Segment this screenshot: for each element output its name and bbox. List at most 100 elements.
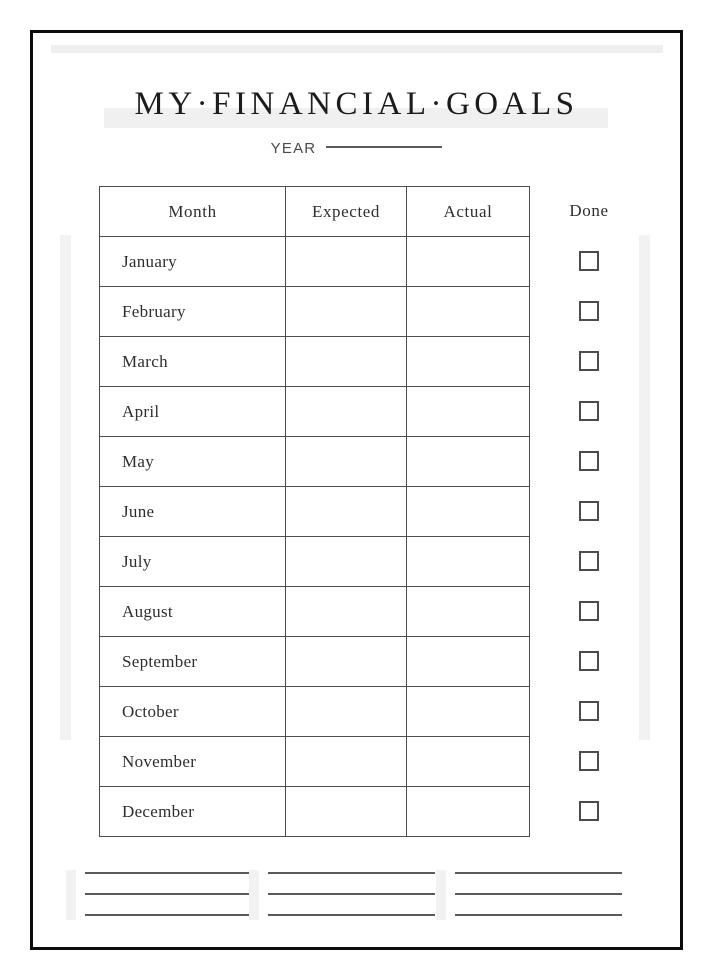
done-cell xyxy=(529,686,649,736)
note-write-line[interactable] xyxy=(455,893,622,895)
note-write-line[interactable] xyxy=(268,914,435,916)
actual-cell[interactable] xyxy=(406,536,530,587)
done-checkbox-list xyxy=(529,236,649,836)
month-cell: August xyxy=(99,586,286,637)
done-checkbox[interactable] xyxy=(579,351,599,371)
table-row: December xyxy=(99,786,530,837)
expected-cell[interactable] xyxy=(285,236,407,287)
note-write-line[interactable] xyxy=(268,872,435,874)
note-line-group xyxy=(455,872,622,916)
table-row: January xyxy=(99,236,530,287)
expected-cell[interactable] xyxy=(285,586,407,637)
table-row: November xyxy=(99,736,530,787)
printable-page: MY·FINANCIAL·GOALS YEAR Month Expected A… xyxy=(0,0,713,980)
page-title-wrapper: MY·FINANCIAL·GOALS xyxy=(0,82,713,128)
page-title: MY·FINANCIAL·GOALS xyxy=(134,86,579,122)
done-checkbox[interactable] xyxy=(579,451,599,471)
actual-cell[interactable] xyxy=(406,586,530,637)
year-field-row: YEAR xyxy=(0,140,713,157)
month-cell: September xyxy=(99,636,286,687)
done-checkbox[interactable] xyxy=(579,501,599,521)
month-cell: October xyxy=(99,686,286,737)
table-row: February xyxy=(99,286,530,337)
actual-cell[interactable] xyxy=(406,786,530,837)
table-body: January February March April May June July Augu… xyxy=(99,236,530,837)
table-row: July xyxy=(99,536,530,587)
month-cell: May xyxy=(99,436,286,487)
done-cell xyxy=(529,786,649,836)
expected-cell[interactable] xyxy=(285,686,407,737)
done-cell xyxy=(529,586,649,636)
expected-cell[interactable] xyxy=(285,286,407,337)
expected-cell[interactable] xyxy=(285,486,407,537)
decorative-left-bar xyxy=(60,235,71,740)
note-write-line[interactable] xyxy=(268,893,435,895)
actual-cell[interactable] xyxy=(406,436,530,487)
month-cell: December xyxy=(99,786,286,837)
done-checkbox[interactable] xyxy=(579,301,599,321)
decorative-footer-accent xyxy=(436,870,446,920)
done-cell xyxy=(529,286,649,336)
expected-cell[interactable] xyxy=(285,436,407,487)
expected-cell[interactable] xyxy=(285,636,407,687)
note-write-line[interactable] xyxy=(85,893,252,895)
column-header-done: Done xyxy=(569,201,609,220)
note-write-line[interactable] xyxy=(455,872,622,874)
actual-cell[interactable] xyxy=(406,236,530,287)
table-row: August xyxy=(99,586,530,637)
month-cell: February xyxy=(99,286,286,337)
month-cell: June xyxy=(99,486,286,537)
month-cell: July xyxy=(99,536,286,587)
decorative-top-bar xyxy=(51,45,663,53)
expected-cell[interactable] xyxy=(285,386,407,437)
month-cell: January xyxy=(99,236,286,287)
done-cell xyxy=(529,436,649,486)
actual-cell[interactable] xyxy=(406,736,530,787)
actual-cell[interactable] xyxy=(406,636,530,687)
done-checkbox[interactable] xyxy=(579,551,599,571)
column-header-actual: Actual xyxy=(406,186,530,237)
actual-cell[interactable] xyxy=(406,336,530,387)
done-column: Done xyxy=(529,186,649,836)
done-cell xyxy=(529,336,649,386)
done-checkbox[interactable] xyxy=(579,601,599,621)
table-header: Month Expected Actual xyxy=(99,186,530,237)
done-checkbox[interactable] xyxy=(579,651,599,671)
table-header-row: Month Expected Actual xyxy=(99,186,530,237)
actual-cell[interactable] xyxy=(406,386,530,437)
done-cell xyxy=(529,236,649,286)
expected-cell[interactable] xyxy=(285,336,407,387)
note-line-group xyxy=(268,872,435,916)
expected-cell[interactable] xyxy=(285,786,407,837)
column-header-expected: Expected xyxy=(285,186,407,237)
column-header-month: Month xyxy=(99,186,286,237)
done-checkbox[interactable] xyxy=(579,701,599,721)
year-label: YEAR xyxy=(270,140,317,157)
year-input-line[interactable] xyxy=(326,146,443,148)
table-row: June xyxy=(99,486,530,537)
note-write-line[interactable] xyxy=(455,914,622,916)
note-write-line[interactable] xyxy=(85,872,252,874)
decorative-footer-accent xyxy=(66,870,76,920)
done-cell xyxy=(529,536,649,586)
done-cell xyxy=(529,486,649,536)
note-line-group xyxy=(85,872,252,916)
actual-cell[interactable] xyxy=(406,286,530,337)
done-cell xyxy=(529,636,649,686)
actual-cell[interactable] xyxy=(406,686,530,737)
done-checkbox[interactable] xyxy=(579,801,599,821)
goals-table: Month Expected Actual January February Mar… xyxy=(99,186,530,837)
table-row: October xyxy=(99,686,530,737)
done-checkbox[interactable] xyxy=(579,751,599,771)
expected-cell[interactable] xyxy=(285,736,407,787)
expected-cell[interactable] xyxy=(285,536,407,587)
table-row: September xyxy=(99,636,530,687)
table-row: March xyxy=(99,336,530,387)
actual-cell[interactable] xyxy=(406,486,530,537)
note-write-line[interactable] xyxy=(85,914,252,916)
month-cell: November xyxy=(99,736,286,787)
goals-table-area: Month Expected Actual January February Mar… xyxy=(99,186,530,837)
done-checkbox[interactable] xyxy=(579,401,599,421)
done-cell xyxy=(529,736,649,786)
done-checkbox[interactable] xyxy=(579,251,599,271)
